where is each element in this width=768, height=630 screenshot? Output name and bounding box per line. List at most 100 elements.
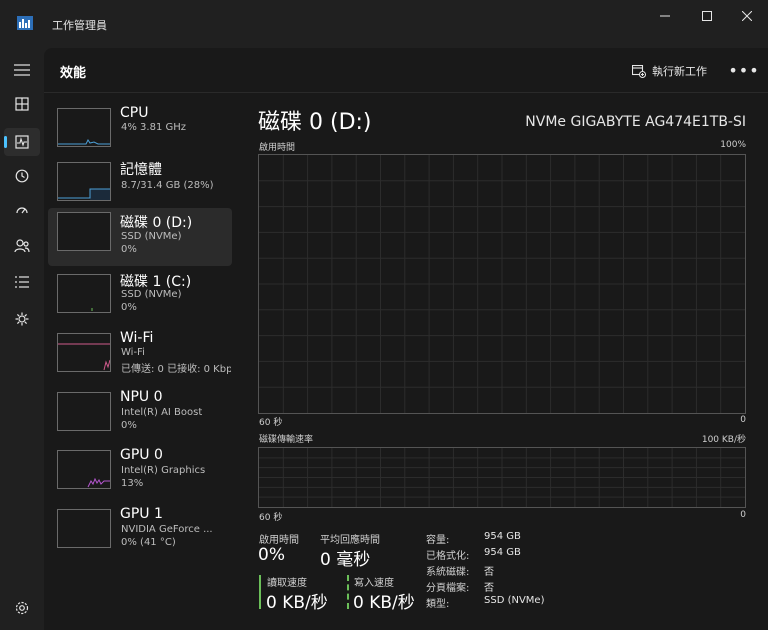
nav-details[interactable] bbox=[4, 268, 40, 296]
read-speed-label: 讀取速度 bbox=[267, 578, 307, 589]
transfer-rate-graph-time-end: 0 bbox=[740, 510, 746, 520]
perf-item-name: Wi-Fi bbox=[120, 330, 154, 346]
active-time-gridlines bbox=[259, 155, 745, 413]
type-key: 類型: bbox=[426, 599, 450, 610]
type-value: SSD (NVMe) bbox=[484, 595, 545, 606]
task-manager-app-icon bbox=[17, 16, 33, 30]
nav-services[interactable] bbox=[4, 305, 40, 333]
active-time-label: 啟用時間 bbox=[259, 535, 299, 546]
system-disk-value: 否 bbox=[484, 567, 494, 578]
header-divider bbox=[44, 92, 768, 93]
active-time-graph-label: 啟用時間 bbox=[259, 143, 296, 153]
write-speed-value: 0 KB/秒 bbox=[353, 593, 415, 613]
nav-users[interactable] bbox=[4, 232, 40, 260]
run-new-task-icon bbox=[632, 64, 646, 78]
npu-thumbnail-graph bbox=[57, 392, 111, 431]
disk-title: 磁碟 0 (D:) bbox=[258, 110, 372, 135]
perf-item-gpu-0[interactable]: GPU 0 Intel(R) Graphics 13% bbox=[48, 446, 232, 504]
write-speed-indicator bbox=[347, 575, 349, 609]
services-icon bbox=[15, 312, 29, 326]
perf-item-detail: Wi-Fi bbox=[121, 347, 145, 358]
perf-item-usage: 0% (41 °C) bbox=[121, 537, 176, 548]
window-title: 工作管理員 bbox=[52, 19, 107, 32]
transfer-rate-graph-max: 100 KB/秒 bbox=[701, 435, 746, 445]
perf-item-usage: 已傳送: 0 已接收: 0 Kbps bbox=[121, 364, 231, 375]
perf-item-detail: 4% 3.81 GHz bbox=[121, 122, 187, 133]
disk-detail-pane: 磁碟 0 (D:) NVMe GIGABYTE AG474E1TB-SI 啟用時… bbox=[258, 104, 758, 624]
transfer-rate-gridlines bbox=[259, 448, 745, 507]
active-time-graph-max: 100% bbox=[720, 140, 746, 150]
cpu-thumbnail-graph bbox=[57, 108, 111, 147]
perf-item-usage: 13% bbox=[121, 478, 144, 489]
perf-item-name: GPU 1 bbox=[120, 506, 163, 522]
perf-item-detail: Intel(R) Graphics bbox=[121, 465, 206, 476]
nav-app-history[interactable] bbox=[4, 162, 40, 190]
read-speed-value: 0 KB/秒 bbox=[266, 593, 328, 613]
maximize-icon bbox=[702, 11, 712, 21]
more-icon: ••• bbox=[728, 60, 760, 80]
close-icon bbox=[742, 11, 752, 21]
perf-item-disk-0[interactable]: 磁碟 0 (D:) SSD (NVMe) 0% bbox=[48, 208, 232, 266]
perf-item-cpu[interactable]: CPU 4% 3.81 GHz bbox=[48, 104, 232, 162]
page-file-key: 分頁檔案: bbox=[426, 583, 470, 594]
details-icon bbox=[15, 276, 29, 288]
perf-item-name: 磁碟 0 (D:) bbox=[120, 215, 193, 231]
perf-item-name: GPU 0 bbox=[120, 447, 163, 463]
run-new-task-button[interactable]: 執行新工作 bbox=[632, 60, 707, 82]
perf-item-disk-1[interactable]: 磁碟 1 (C:) SSD (NVMe) 0% bbox=[48, 270, 232, 328]
perf-item-usage: 0% bbox=[121, 420, 137, 431]
system-disk-key: 系統磁碟: bbox=[426, 567, 470, 578]
perf-item-wifi[interactable]: Wi-Fi Wi-Fi 已傳送: 0 已接收: 0 Kbps bbox=[48, 329, 232, 387]
capacity-value: 954 GB bbox=[484, 531, 521, 542]
active-time-graph bbox=[258, 154, 746, 414]
hamburger-menu-button[interactable] bbox=[4, 56, 40, 84]
perf-item-detail: 8.7/31.4 GB (28%) bbox=[121, 180, 214, 191]
disk1-thumbnail-graph bbox=[57, 274, 111, 313]
active-time-value: 0% bbox=[258, 545, 285, 565]
perf-item-name: CPU bbox=[120, 105, 149, 121]
active-time-graph-time-start: 60 秒 bbox=[259, 418, 283, 428]
nav-processes[interactable] bbox=[4, 90, 40, 118]
minimize-button[interactable] bbox=[642, 0, 688, 32]
hamburger-menu-icon bbox=[14, 64, 30, 76]
perf-item-name: 記憶體 bbox=[120, 162, 162, 178]
nav-startup-apps[interactable] bbox=[4, 197, 40, 225]
capacity-key: 容量: bbox=[426, 535, 450, 546]
read-speed-indicator bbox=[259, 575, 261, 609]
transfer-rate-graph-time-start: 60 秒 bbox=[259, 513, 283, 523]
perf-item-detail: SSD (NVMe) bbox=[121, 231, 182, 242]
wifi-thumbnail-graph bbox=[57, 333, 111, 372]
avg-response-label: 平均回應時間 bbox=[320, 535, 380, 546]
task-manager-window: 工作管理員 效能 執行新工作 ••• CPU 4% 3.81 GHz 記憶體 8… bbox=[0, 0, 768, 630]
navigation-rail bbox=[0, 48, 44, 630]
title-bar[interactable]: 工作管理員 bbox=[0, 0, 768, 48]
perf-item-usage: 0% bbox=[121, 244, 137, 255]
formatted-key: 已格式化: bbox=[426, 551, 470, 562]
avg-response-value: 0 毫秒 bbox=[320, 550, 371, 570]
transfer-rate-graph bbox=[258, 447, 746, 508]
performance-sidebar: CPU 4% 3.81 GHz 記憶體 8.7/31.4 GB (28%) 磁碟… bbox=[48, 104, 232, 624]
users-icon bbox=[14, 239, 30, 253]
transfer-rate-graph-label: 磁碟傳輸速率 bbox=[259, 435, 314, 445]
performance-icon bbox=[15, 135, 29, 149]
perf-item-detail: Intel(R) AI Boost bbox=[121, 407, 203, 418]
processes-icon bbox=[15, 97, 29, 111]
startup-apps-icon bbox=[16, 207, 28, 214]
perf-item-name: NPU 0 bbox=[120, 389, 163, 405]
formatted-value: 954 GB bbox=[484, 547, 521, 558]
disk0-thumbnail-graph bbox=[57, 212, 111, 251]
page-file-value: 否 bbox=[484, 583, 494, 594]
perf-item-npu-0[interactable]: NPU 0 Intel(R) AI Boost 0% bbox=[48, 388, 232, 446]
gpu1-thumbnail-graph bbox=[57, 509, 111, 548]
active-time-graph-time-end: 0 bbox=[740, 415, 746, 425]
nav-settings[interactable] bbox=[4, 594, 40, 622]
perf-item-detail: NVIDIA GeForce ... bbox=[121, 524, 213, 535]
nav-performance[interactable] bbox=[4, 128, 40, 156]
more-options-button[interactable]: ••• bbox=[728, 58, 758, 82]
disk-model: NVMe GIGABYTE AG474E1TB-SI bbox=[525, 114, 746, 130]
app-history-icon bbox=[15, 169, 29, 183]
memory-thumbnail-graph bbox=[57, 162, 111, 201]
run-new-task-label: 執行新工作 bbox=[652, 65, 707, 78]
perf-item-gpu-1[interactable]: GPU 1 NVIDIA GeForce ... 0% (41 °C) bbox=[48, 505, 232, 563]
close-button[interactable] bbox=[724, 0, 768, 32]
